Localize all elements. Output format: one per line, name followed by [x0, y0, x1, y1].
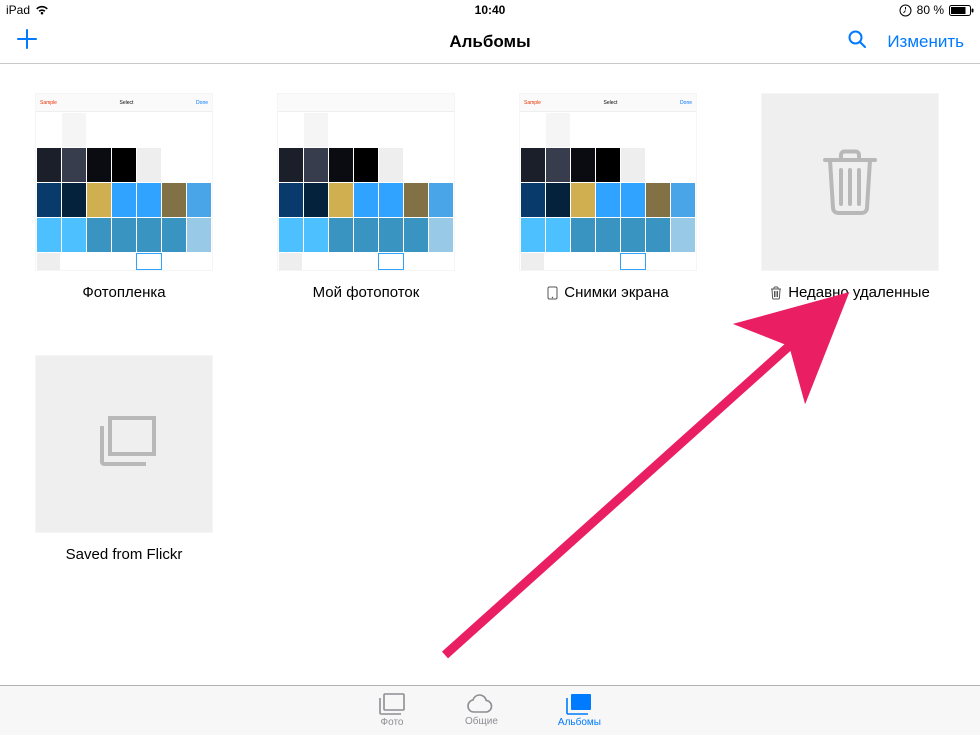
device-icon — [547, 286, 558, 300]
tab-label: Общие — [465, 716, 498, 727]
wifi-icon — [35, 5, 49, 15]
albums-grid: SampleSelectDone Фотопленка Мой фотопото… — [0, 64, 980, 593]
album-thumb — [36, 356, 212, 532]
battery-pct: 80 % — [917, 3, 944, 17]
album-recently-deleted[interactable]: Недавно удаленные — [762, 94, 938, 301]
carrier-label: iPad — [6, 3, 30, 17]
trash-icon — [819, 146, 881, 218]
plus-icon — [16, 28, 38, 50]
tab-label: Фото — [381, 717, 404, 728]
album-thumb: SampleSelectDone — [520, 94, 696, 270]
album-thumb: SampleSelectDone — [36, 94, 212, 270]
search-icon — [847, 29, 867, 49]
rotation-lock-icon — [899, 4, 912, 17]
album-label: Мой фотопоток — [313, 284, 420, 301]
battery-icon — [949, 5, 974, 16]
photos-icon — [379, 693, 405, 715]
album-label: Saved from Flickr — [66, 546, 183, 563]
album-label: Фотопленка — [82, 284, 165, 301]
album-saved-flickr[interactable]: Saved from Flickr — [36, 356, 212, 563]
edit-button[interactable]: Изменить — [887, 32, 964, 52]
search-button[interactable] — [847, 29, 867, 54]
album-label-text: Снимки экрана — [564, 284, 668, 301]
tab-albums[interactable]: Альбомы — [558, 693, 601, 728]
albums-icon — [566, 693, 592, 715]
stack-icon — [88, 412, 160, 476]
tab-shared[interactable]: Общие — [465, 694, 498, 727]
clock: 10:40 — [475, 3, 506, 17]
album-thumb — [278, 94, 454, 270]
album-screenshots[interactable]: SampleSelectDone Снимки экрана — [520, 94, 696, 301]
album-photostream[interactable]: Мой фотопоток — [278, 94, 454, 301]
status-bar: iPad 10:40 80 % — [0, 0, 980, 20]
album-label-text: Недавно удаленные — [788, 284, 930, 301]
album-thumb — [762, 94, 938, 270]
add-button[interactable] — [16, 28, 38, 55]
nav-bar: Альбомы Изменить — [0, 20, 980, 64]
album-camera-roll[interactable]: SampleSelectDone Фотопленка — [36, 94, 212, 301]
cloud-icon — [466, 694, 496, 714]
tab-bar: Фото Общие Альбомы — [0, 685, 980, 735]
page-title: Альбомы — [449, 32, 530, 52]
tab-photos[interactable]: Фото — [379, 693, 405, 728]
tab-label: Альбомы — [558, 717, 601, 728]
trash-small-icon — [770, 286, 782, 300]
